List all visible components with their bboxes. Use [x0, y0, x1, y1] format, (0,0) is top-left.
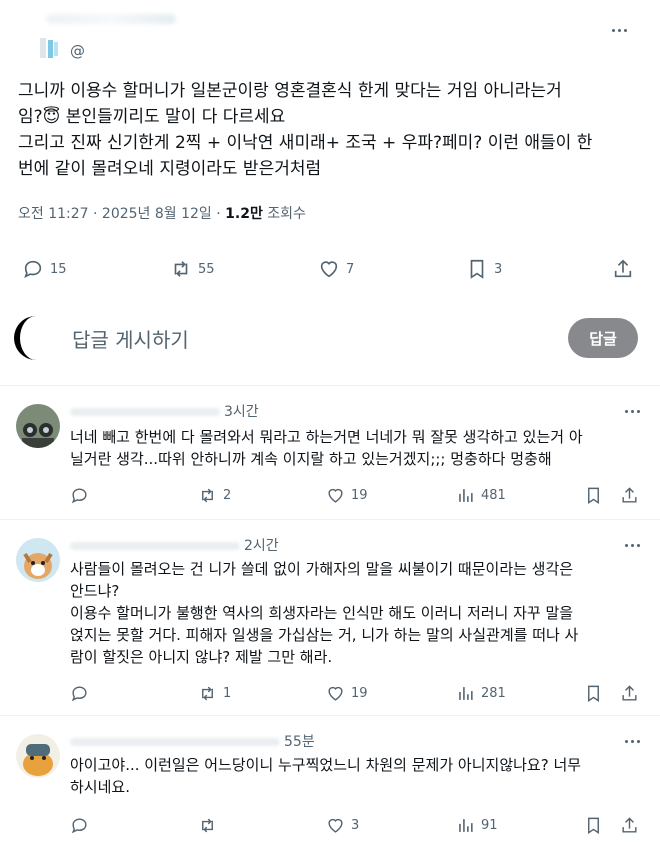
analytics-icon: [459, 687, 473, 700]
reply-2[interactable]: 2시간 사람들이 몰려오는 건 니가 쓸데 없이 가해자의 말을 씨불이기 때문…: [0, 530, 660, 716]
share-icon: [614, 259, 632, 278]
reply-3-actions: 3 91: [70, 816, 640, 838]
reply-1-reply-button[interactable]: [70, 486, 89, 505]
compose-avatar: [14, 316, 58, 360]
post-action-bar: 15 55 7 3: [22, 258, 636, 282]
reply-2-text: 사람들이 몰려오는 건 니가 쓸데 없이 가해자의 말을 씨불이기 때문이라는 …: [70, 560, 579, 666]
reply-1-share-button[interactable]: [620, 486, 639, 505]
reply-3-repost-button[interactable]: [198, 816, 217, 835]
analytics-icon: [459, 489, 473, 502]
heart-icon: [328, 818, 343, 833]
reply-2-repost-button[interactable]: 1: [198, 684, 231, 703]
share-button[interactable]: [612, 258, 634, 280]
post-meta: 오전 11:27 · 2025년 8월 12일 · 1.2만 조회수: [18, 203, 306, 223]
author-avatar[interactable]: [30, 30, 70, 70]
bookmark-count: 3: [494, 261, 503, 277]
reply-2-actions: 1 19 281: [70, 684, 640, 706]
share-icon: [622, 817, 637, 833]
reply-2-reply-button[interactable]: [70, 684, 89, 703]
reply-button[interactable]: 15: [22, 258, 67, 280]
reply-1-views-button[interactable]: 481: [456, 486, 506, 505]
reply-1-like-button[interactable]: 19: [326, 486, 368, 505]
compose-reply-button[interactable]: 답글: [568, 318, 638, 358]
reply-1-time[interactable]: 3시간: [224, 404, 259, 420]
repost-icon: [174, 261, 188, 277]
reply-2-header: 2시간: [70, 535, 279, 555]
reply-3-name-redacted: [70, 738, 280, 746]
like-count: 7: [346, 261, 355, 277]
repost-icon: [202, 818, 213, 833]
reply-2-share-button[interactable]: [620, 684, 639, 703]
heart-icon: [328, 686, 343, 701]
analytics-icon: [459, 819, 473, 832]
reply-3-avatar[interactable]: [16, 734, 60, 778]
reply-3-bookmark-button[interactable]: [584, 816, 603, 835]
reply-1-view-count: 481: [481, 488, 506, 503]
share-icon: [622, 685, 637, 701]
bookmark-icon: [588, 685, 599, 702]
reply-1-like-count: 19: [351, 488, 368, 503]
bookmark-icon: [588, 487, 599, 504]
reply-1-header: 3시간: [70, 401, 259, 421]
reply-3-like-count: 3: [351, 818, 360, 833]
reply-2-like-button[interactable]: 19: [326, 684, 368, 703]
reply-3-text: 아이고야... 이런일은 어느당이니 누구찍었느니 차원의 문제가 아니지않나요…: [70, 756, 582, 796]
post-view-label: 조회수: [262, 206, 306, 222]
reply-icon: [71, 488, 87, 504]
reply-2-avatar[interactable]: [16, 538, 60, 582]
reply-icon: [71, 818, 87, 834]
post-view-count: 1.2만: [225, 206, 263, 222]
reply-1-actions: 2 19 481: [70, 486, 640, 508]
reply-3-time[interactable]: 55분: [284, 734, 315, 750]
main-post: @ 그니까 이용수 할머니가 일본군이랑 영혼결혼식 한게 맞다는 거임 아니라…: [0, 0, 660, 386]
bookmark-icon: [470, 259, 484, 279]
reply-compose: 답글 게시하기 답글: [0, 306, 660, 370]
bookmark-icon: [588, 817, 599, 834]
post-timestamp[interactable]: 오전 11:27 · 2025년 8월 12일 ·: [18, 206, 225, 222]
reply-1-text: 너네 빼고 한번에 다 몰려와서 뭐라고 하는거면 너네가 뭐 잘못 생각하고 …: [70, 428, 583, 468]
like-button[interactable]: 7: [318, 258, 354, 280]
reply-2-view-count: 281: [481, 686, 506, 701]
reply-3-reply-button[interactable]: [70, 816, 89, 835]
post-text: 그니까 이용수 할머니가 일본군이랑 영혼결혼식 한게 맞다는 거임 아니라는거…: [18, 81, 593, 179]
reply-2-like-count: 19: [351, 686, 368, 701]
reply-1-more-icon[interactable]: [620, 404, 644, 418]
reply-icon: [24, 260, 42, 278]
reply-1[interactable]: 3시간 너네 빼고 한번에 다 몰려와서 뭐라고 하는거면 너네가 뭐 잘못 생…: [0, 396, 660, 520]
repost-icon: [202, 488, 213, 503]
reply-1-name-redacted: [70, 408, 220, 416]
reply-2-bookmark-button[interactable]: [584, 684, 603, 703]
reply-3-share-button[interactable]: [620, 816, 639, 835]
repost-count: 55: [198, 261, 215, 277]
author-row[interactable]: @: [16, 10, 636, 68]
bookmark-button[interactable]: 3: [466, 258, 502, 280]
compose-input[interactable]: 답글 게시하기: [72, 324, 189, 353]
reply-3[interactable]: 55분 아이고야... 이런일은 어느당이니 누구찍었느니 차원의 문제가 아니…: [0, 726, 660, 847]
author-handle[interactable]: @: [70, 42, 85, 60]
share-icon: [622, 487, 637, 503]
reply-3-views-button[interactable]: 91: [456, 816, 498, 835]
reply-3-header: 55분: [70, 731, 315, 751]
heart-icon: [320, 261, 338, 278]
reply-1-repost-count: 2: [223, 488, 232, 503]
heart-icon: [328, 488, 343, 503]
reply-2-time[interactable]: 2시간: [244, 538, 279, 554]
repost-icon: [202, 686, 213, 701]
reply-1-repost-button[interactable]: 2: [198, 486, 231, 505]
reply-2-repost-count: 1: [223, 686, 232, 701]
reply-3-more-icon[interactable]: [620, 734, 644, 748]
repost-button[interactable]: 55: [170, 258, 215, 280]
reply-2-name-redacted: [70, 542, 240, 550]
reply-1-bookmark-button[interactable]: [584, 486, 603, 505]
reply-2-views-button[interactable]: 281: [456, 684, 506, 703]
reply-3-like-button[interactable]: 3: [326, 816, 359, 835]
reply-1-avatar[interactable]: [16, 404, 60, 448]
reply-3-view-count: 91: [481, 818, 498, 833]
more-options-icon[interactable]: [602, 20, 636, 40]
reply-icon: [71, 686, 87, 702]
author-name-redacted: [46, 14, 176, 24]
reply-count: 15: [50, 261, 67, 277]
reply-2-more-icon[interactable]: [620, 538, 644, 552]
